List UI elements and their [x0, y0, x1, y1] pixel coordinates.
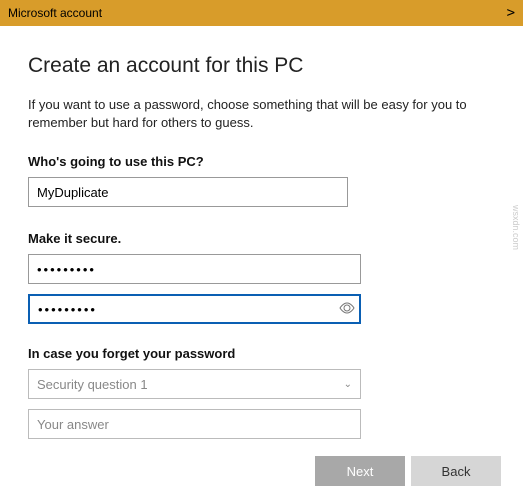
forgot-label: In case you forget your password — [28, 346, 495, 361]
reveal-password-icon[interactable] — [339, 301, 355, 317]
secure-label: Make it secure. — [28, 231, 495, 246]
titlebar: Microsoft account > — [0, 0, 523, 26]
security-question-select[interactable]: Security question 1 ⌄ — [28, 369, 361, 399]
username-input[interactable] — [28, 177, 348, 207]
security-answer-input[interactable] — [28, 409, 361, 439]
chevron-right-icon[interactable]: > — [507, 5, 515, 21]
password-input-2[interactable] — [28, 294, 361, 324]
who-label: Who's going to use this PC? — [28, 154, 495, 169]
titlebar-title: Microsoft account — [8, 6, 102, 20]
password-field-1-wrap — [28, 254, 361, 284]
password-field-2-wrap — [28, 294, 361, 324]
back-button[interactable]: Back — [411, 456, 501, 486]
page-description: If you want to use a password, choose so… — [28, 96, 495, 132]
next-button[interactable]: Next — [315, 456, 405, 486]
footer-buttons: Next Back — [315, 456, 501, 486]
security-question-placeholder: Security question 1 — [37, 377, 148, 392]
page-title: Create an account for this PC — [28, 54, 495, 78]
password-input-1[interactable] — [28, 254, 361, 284]
content-area: Create an account for this PC If you wan… — [0, 26, 523, 439]
chevron-down-icon: ⌄ — [344, 379, 352, 390]
